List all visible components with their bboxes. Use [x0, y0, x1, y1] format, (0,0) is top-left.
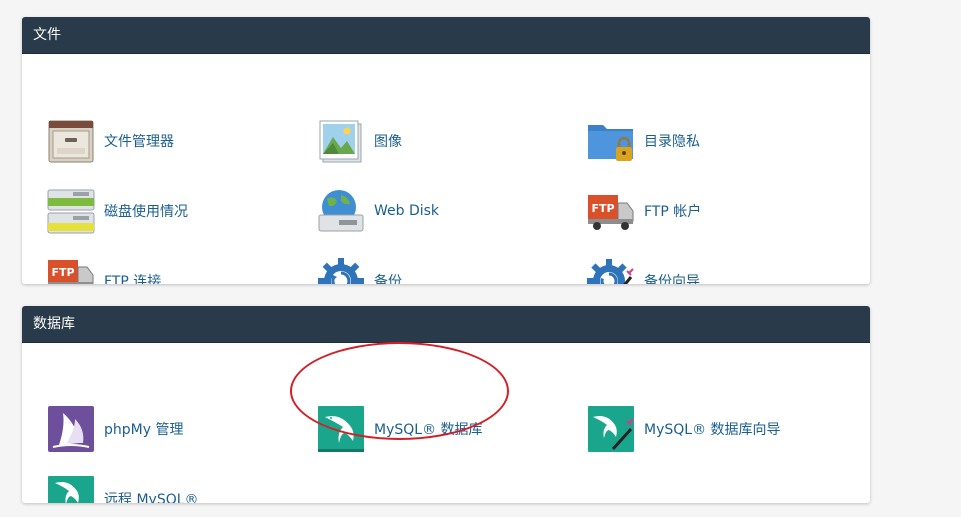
images-icon [317, 117, 365, 165]
phpmyadmin-link[interactable]: phpMy 管理 [47, 404, 183, 454]
file-manager-link[interactable]: 文件管理器 [47, 116, 174, 166]
disk-usage-label: 磁盘使用情况 [104, 204, 188, 220]
mysql-wizard-icon [587, 405, 635, 453]
directory-privacy-label: 目录隐私 [644, 134, 700, 150]
images-link[interactable]: 图像 [317, 116, 402, 166]
web-disk-label: Web Disk [374, 203, 440, 219]
phpmyadmin-sail-icon [47, 405, 95, 453]
remote-mysql-icon [47, 475, 95, 503]
files-panel: 文件 文件管理器 图像 目录隐私 磁盘使用情况 Web Disk FTP FTP… [22, 17, 870, 284]
remote-mysql-label: 远程 MySQL® [104, 492, 199, 503]
file-manager-label: 文件管理器 [104, 134, 174, 150]
mysql-dolphin-icon [317, 405, 365, 453]
databases-panel-header: 数据库 [22, 306, 870, 343]
ftp-accounts-label: FTP 帐户 [644, 204, 702, 220]
svg-text:FTP: FTP [591, 202, 614, 215]
backup-link[interactable]: 备份 [317, 256, 402, 284]
disk-usage-link[interactable]: 磁盘使用情况 [47, 186, 188, 236]
svg-text:FTP: FTP [51, 266, 74, 279]
mysql-databases-link[interactable]: MySQL® 数据库 [317, 404, 483, 454]
directory-privacy-link[interactable]: 目录隐私 [587, 116, 700, 166]
backup-wizard-icon [587, 257, 635, 284]
backup-gear-icon [317, 257, 365, 284]
remote-mysql-link[interactable]: 远程 MySQL® [47, 474, 199, 503]
backup-label: 备份 [374, 274, 402, 284]
files-panel-header: 文件 [22, 17, 870, 54]
mysql-database-wizard-link[interactable]: MySQL® 数据库向导 [587, 404, 781, 454]
mysql-databases-label: MySQL® 数据库 [374, 422, 483, 438]
file-cabinet-icon [47, 117, 95, 165]
ftp-connections-icon: FTP [47, 257, 95, 284]
mysql-database-wizard-label: MySQL® 数据库向导 [644, 422, 781, 438]
ftp-connections-link[interactable]: FTP FTP 连接 [47, 256, 161, 284]
ftp-connections-label: FTP 连接 [104, 274, 162, 284]
disk-usage-icon [47, 187, 95, 235]
web-disk-link[interactable]: Web Disk [317, 186, 439, 236]
images-label: 图像 [374, 134, 402, 150]
ftp-truck-icon: FTP [587, 187, 635, 235]
folder-lock-icon [587, 117, 635, 165]
backup-wizard-link[interactable]: 备份向导 [587, 256, 700, 284]
ftp-accounts-link[interactable]: FTP FTP 帐户 [587, 186, 701, 236]
databases-panel: 数据库 phpMy 管理 MySQL® 数据库 MySQL® 数据库向导 远程 … [22, 306, 870, 503]
web-disk-icon [317, 187, 365, 235]
backup-wizard-label: 备份向导 [644, 274, 700, 284]
phpmyadmin-label: phpMy 管理 [104, 422, 184, 438]
